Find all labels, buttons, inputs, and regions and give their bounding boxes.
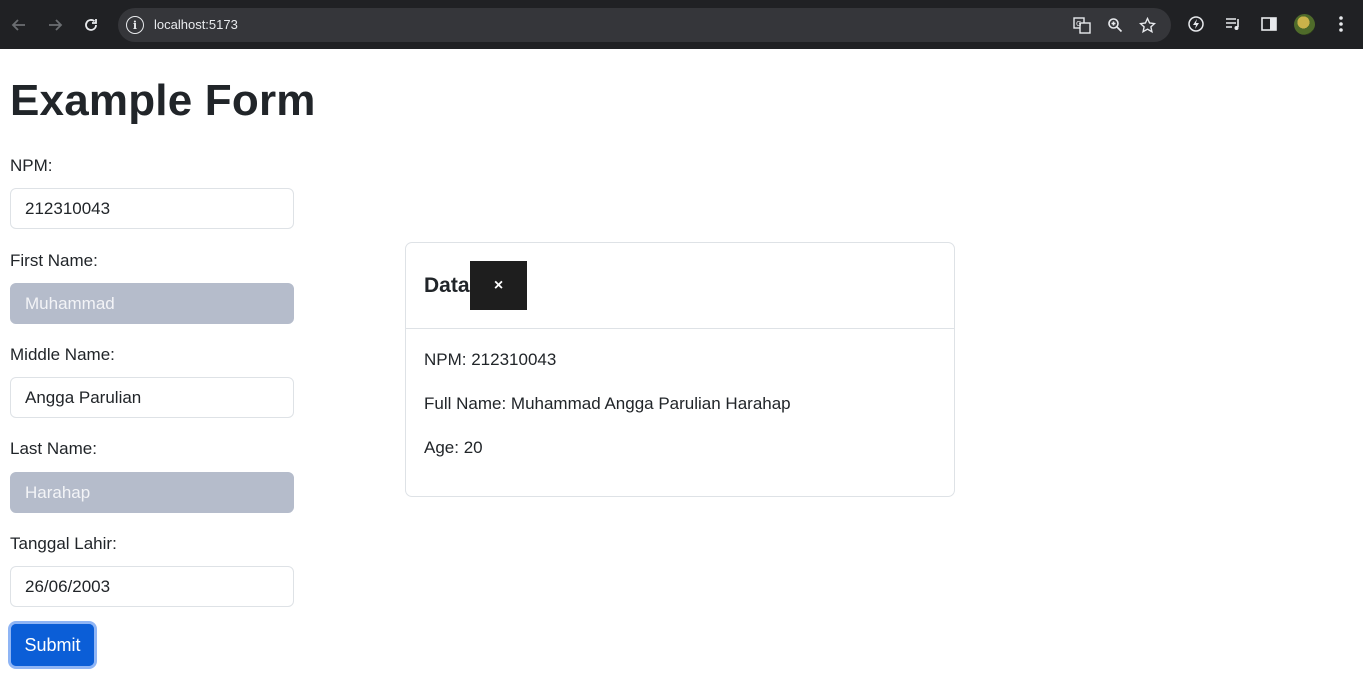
browser-toolbar: i localhost:5173 G: [0, 0, 1363, 49]
card-header: Data ×: [406, 243, 954, 329]
address-url[interactable]: localhost:5173: [154, 17, 238, 32]
birth-date-input[interactable]: 26/06/2003: [10, 566, 294, 607]
first-name-input: Muhammad: [10, 283, 294, 324]
last-name-input: Harahap: [10, 472, 294, 513]
middle-name-label: Middle Name:: [10, 345, 115, 364]
npm-input[interactable]: 212310043: [10, 188, 294, 229]
birth-date-label: Tanggal Lahir:: [10, 534, 117, 553]
svg-text:G: G: [1076, 20, 1081, 28]
info-icon[interactable]: i: [126, 16, 144, 34]
reload-icon[interactable]: [79, 13, 103, 37]
last-name-label: Last Name:: [10, 439, 97, 458]
extension-icon[interactable]: [1186, 14, 1206, 34]
forward-arrow-icon[interactable]: [43, 13, 67, 37]
npm-label: NPM:: [10, 156, 53, 175]
kebab-menu-icon[interactable]: [1331, 14, 1351, 34]
profile-avatar[interactable]: [1294, 14, 1315, 35]
data-card: Data × NPM: 212310043 Full Name: Muhamma…: [405, 242, 955, 497]
card-full-name-text: Full Name: Muhammad Angga Parulian Harah…: [424, 394, 791, 413]
back-arrow-icon[interactable]: [7, 13, 31, 37]
side-panel-icon[interactable]: [1259, 14, 1279, 34]
media-icon[interactable]: [1223, 14, 1243, 34]
card-age-text: Age: 20: [424, 438, 483, 457]
zoom-icon[interactable]: [1106, 16, 1124, 34]
submit-button-label: Submit: [24, 634, 81, 655]
submit-button[interactable]: Submit: [8, 621, 97, 669]
submit-button-face[interactable]: Submit: [11, 624, 94, 666]
middle-name-input[interactable]: Angga Parulian: [10, 377, 294, 418]
card-npm-text: NPM: 212310043: [424, 350, 557, 369]
star-icon[interactable]: [1138, 16, 1156, 34]
close-button[interactable]: ×: [470, 261, 527, 310]
address-bar[interactable]: i localhost:5173 G: [118, 8, 1171, 42]
card-title: Data: [424, 274, 470, 297]
first-name-label: First Name:: [10, 251, 98, 270]
translate-icon[interactable]: G: [1073, 16, 1091, 34]
page-title: Example Form: [10, 76, 316, 125]
